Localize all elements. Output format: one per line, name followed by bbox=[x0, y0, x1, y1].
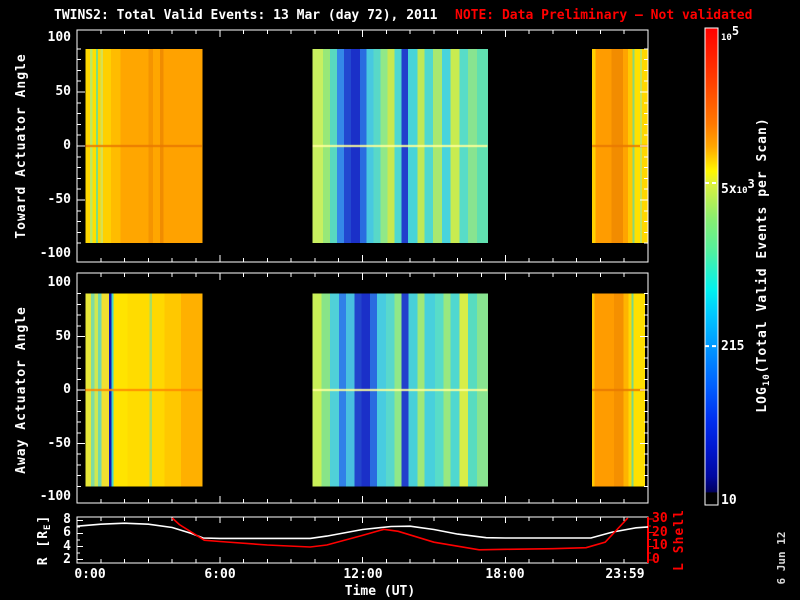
colorbar-tick-1e5: 105 bbox=[721, 24, 740, 44]
page-title: TWINS2: Total Valid Events: 13 Mar (day … bbox=[54, 8, 438, 23]
y-tick-label-lshell-30: 30 bbox=[652, 511, 668, 526]
y-tick-label-toward-50: 50 bbox=[55, 84, 71, 99]
twins2-plot-screen: TWINS2: Total Valid Events: 13 Mar (day … bbox=[0, 0, 800, 600]
preliminary-note: NOTE: Data Preliminary — Not validated bbox=[455, 8, 753, 23]
y-tick-label-lshell-10: 10 bbox=[652, 538, 668, 553]
l-shell-axis-label: L Shell bbox=[672, 509, 687, 571]
y-tick-label-toward-100: 100 bbox=[47, 30, 71, 45]
colorbar-tick-215: 215 bbox=[721, 339, 745, 354]
y-tick-label-away-50: 50 bbox=[55, 329, 71, 344]
colorbar-title: LOG10(Total Valid Events per Scan) bbox=[755, 117, 772, 413]
y-tick-label-away--50: -50 bbox=[47, 436, 71, 451]
y-tick-label-r-2: 2 bbox=[63, 552, 71, 567]
y-tick-label-toward-0: 0 bbox=[63, 138, 71, 153]
x-tick-label-18:00: 18:00 bbox=[485, 567, 525, 582]
y-tick-label-toward--100: -100 bbox=[39, 246, 71, 261]
x-tick-label-12:00: 12:00 bbox=[343, 567, 383, 582]
x-tick-label-23:59: 23:59 bbox=[605, 567, 645, 582]
y-tick-label-toward--50: -50 bbox=[47, 192, 71, 207]
y-tick-label-away-0: 0 bbox=[63, 382, 71, 397]
colorbar-tick-5e3: 5x103 bbox=[721, 177, 755, 197]
y-tick-label-lshell-0: 0 bbox=[652, 552, 660, 567]
y-tick-label-r-6: 6 bbox=[63, 525, 71, 540]
colorbar-tick-10: 10 bbox=[721, 493, 737, 508]
datestamp: 6 Jun 12 bbox=[775, 531, 788, 585]
y-tick-label-away-100: 100 bbox=[47, 275, 71, 290]
x-tick-label-0:00: 0:00 bbox=[74, 567, 106, 582]
y-tick-label-away--100: -100 bbox=[39, 489, 71, 504]
x-tick-label-6:00: 6:00 bbox=[204, 567, 236, 582]
time-axis-label: Time (UT) bbox=[344, 584, 416, 599]
